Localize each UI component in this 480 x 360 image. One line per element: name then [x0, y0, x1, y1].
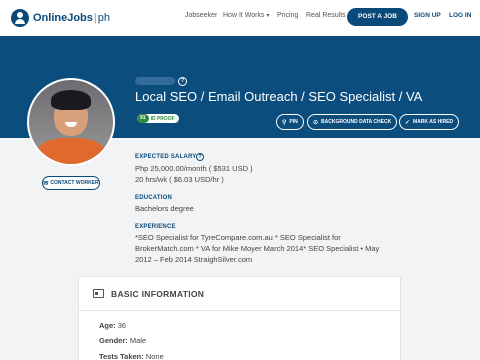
post-job-button[interactable]: POST A JOB [347, 8, 408, 26]
salary-monthly: Php 25,000.00/month ( $531 USD ) [135, 164, 253, 173]
gender-value: Male [129, 336, 147, 345]
chevron-down-icon: ▾ [266, 13, 270, 19]
question-circle-icon[interactable]: ? [178, 77, 187, 86]
envelope-icon: ✉ [43, 180, 49, 187]
redacted-name [135, 77, 175, 85]
experience-line: *SEO Specialist for TyreCompare.com.au *… [135, 233, 341, 242]
basic-info-card: BASIC INFORMATION Age: 36 Gender: Male T… [78, 276, 401, 360]
pin-button[interactable]: ⚲ PIN [276, 114, 304, 130]
contact-worker-button[interactable]: ✉ CONTACT WORKER [42, 176, 100, 190]
id-proof-score: 91 [137, 114, 149, 123]
mark-as-hired-button[interactable]: ✓ MARK AS HIRED [399, 114, 460, 130]
salary-label: EXPECTED SALARY [135, 154, 197, 160]
log-in-link[interactable]: LOG IN [449, 12, 471, 19]
id-proof-badge: 91 ID PROOF [137, 114, 179, 123]
nav-link-real-results[interactable]: Real Results [306, 12, 346, 19]
id-proof-label: ID PROOF [150, 115, 175, 122]
age-label: Age: [99, 321, 116, 330]
avatar-photo [29, 80, 113, 164]
experience-label: EXPERIENCE [135, 224, 176, 230]
avatar-hair [51, 90, 91, 110]
nav-link-pricing[interactable]: Pricing [277, 12, 298, 19]
tests-row: Tests Taken: None [99, 352, 164, 360]
gender-label: Gender: [99, 336, 128, 345]
tests-label: Tests Taken: [99, 352, 144, 360]
education-label: EDUCATION [135, 195, 173, 201]
shield-search-icon: ⊙ [313, 119, 319, 126]
experience-line: BrokerMatch.com * VA for Mike Moyer Marc… [135, 244, 380, 253]
top-nav: OnlineJobs|ph Jobseeker How It Works ▾ Pr… [0, 0, 480, 36]
logo-icon [11, 9, 29, 27]
avatar-shirt [37, 138, 105, 164]
salary-hourly: 20 hrs/wk ( $6.03 USD/hr ) [135, 175, 224, 184]
logo[interactable]: OnlineJobs|ph [11, 8, 110, 28]
background-check-button[interactable]: ⊙ BACKGROUND DATA CHECK [307, 114, 398, 130]
sign-up-link[interactable]: SIGN UP [414, 12, 441, 19]
age-row: Age: 36 [99, 321, 126, 330]
age-value: 36 [117, 321, 127, 330]
experience-line: 2012 – Feb 2014 StraighSilver.com [135, 255, 253, 264]
basic-info-heading: BASIC INFORMATION [111, 288, 205, 299]
nav-link-how-it-works[interactable]: How It Works ▾ [223, 12, 270, 19]
profile-title: Local SEO / Email Outreach / SEO Special… [135, 89, 423, 104]
pin-icon: ⚲ [282, 119, 287, 126]
id-card-icon [93, 289, 104, 298]
tests-value: None [145, 352, 164, 360]
nav-link-jobseeker[interactable]: Jobseeker [185, 12, 217, 19]
education-value: Bachelors degree [135, 204, 194, 213]
basic-info-header: BASIC INFORMATION [79, 277, 400, 311]
question-circle-icon[interactable]: ? [196, 153, 204, 161]
logo-text: OnlineJobs|ph [33, 12, 111, 24]
gender-row: Gender: Male [99, 336, 146, 345]
check-circle-icon: ✓ [405, 119, 411, 126]
avatar [27, 78, 115, 166]
